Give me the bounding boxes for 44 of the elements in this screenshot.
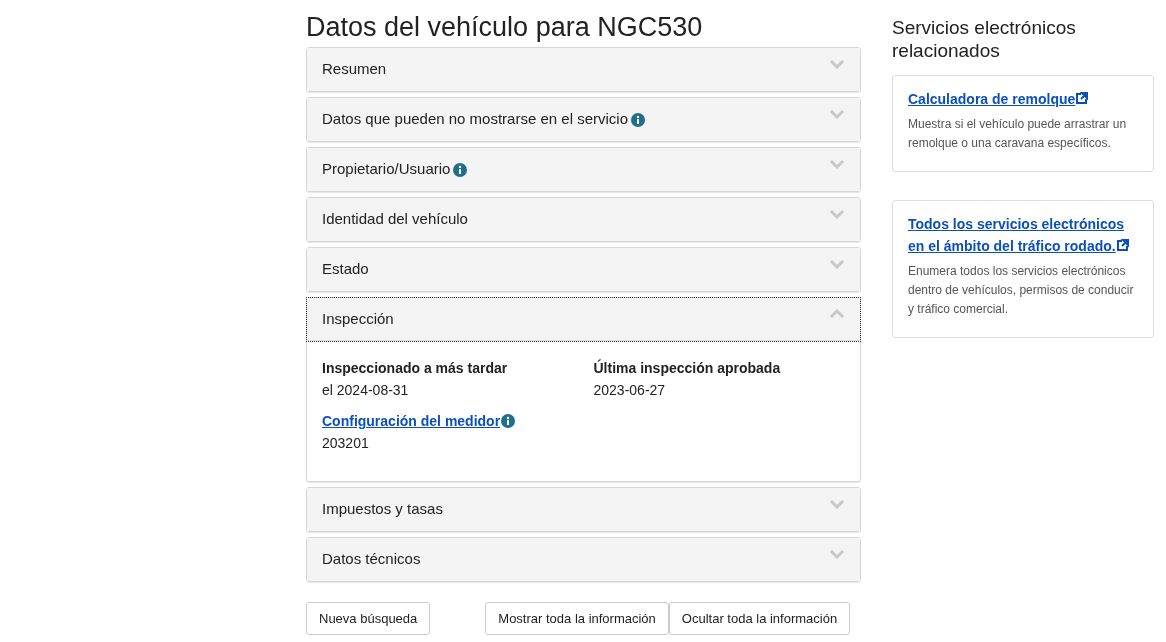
section-title: Impuestos y tasas xyxy=(322,499,443,520)
section-title: Inspección xyxy=(322,308,394,329)
field-value: el 2024-08-31 xyxy=(322,381,410,400)
action-button[interactable]: Ocultar toda la información xyxy=(668,602,851,635)
service-description: Enumera todos los servicios electrónicos dentro de vehículos, permisos de conducir y tráfico comercial. xyxy=(908,263,1135,318)
section-title: Estado xyxy=(322,259,369,280)
section-title: Propietario/Usuario xyxy=(322,159,451,180)
section-header[interactable]: Propietario/Usuario xyxy=(307,148,860,191)
section-header[interactable]: Impuestos y tasas xyxy=(307,488,860,531)
section-title: Datos técnicos xyxy=(322,549,421,570)
field-label: Inspeccionado a más tardar xyxy=(322,359,508,378)
section-header[interactable]: Estado xyxy=(307,248,860,291)
action-button[interactable]: Mostrar toda la información xyxy=(485,602,669,635)
section-header[interactable]: Identidad del vehículo xyxy=(307,198,860,241)
external-link-icon xyxy=(1075,92,1089,105)
service-description: Muestra si el vehículo puede arrastrar un remolque o una caravana específicos. xyxy=(908,116,1128,152)
chevron-down-icon xyxy=(829,209,845,219)
external-link-icon xyxy=(1115,239,1129,252)
section-header[interactable]: Resumen xyxy=(307,48,860,91)
chevron-down-icon xyxy=(829,59,845,69)
section-header[interactable]: Inspección xyxy=(307,298,860,341)
page-title: Datos del vehículo para NGC530 xyxy=(306,11,704,44)
chevron-down-icon xyxy=(829,109,845,119)
info-icon[interactable] xyxy=(631,112,645,127)
sidebar-title: Servicios electrónicos relacionados xyxy=(892,16,1077,62)
service-link[interactable]: Calculadora de remolque xyxy=(908,88,1138,110)
action-button[interactable]: Nueva búsqueda xyxy=(306,602,431,635)
section-title: Resumen xyxy=(322,59,387,80)
chevron-down-icon xyxy=(829,499,845,509)
chevron-down-icon xyxy=(829,549,845,559)
section-header[interactable]: Datos que pueden no mostrarse en el servicio xyxy=(307,98,860,141)
field-link[interactable]: Configuración del medidor xyxy=(322,411,501,431)
chevron-down-icon xyxy=(829,259,845,269)
field-label: Última inspección aprobada xyxy=(593,358,781,378)
chevron-up-icon xyxy=(829,309,845,319)
info-icon[interactable] xyxy=(453,162,468,177)
section-title: Datos que pueden no mostrarse en el servicio xyxy=(322,109,628,130)
info-icon[interactable] xyxy=(501,414,516,428)
field-value: 2023-06-27 xyxy=(593,381,667,400)
field-value: 203201 xyxy=(322,434,370,453)
section-title: Identidad del vehículo xyxy=(322,209,468,230)
service-link[interactable]: Todos los servicios electrónicos en el ámbito del tráfico rodado. xyxy=(908,213,1138,257)
section-header[interactable]: Datos técnicos xyxy=(307,538,860,581)
chevron-down-icon xyxy=(829,159,845,169)
